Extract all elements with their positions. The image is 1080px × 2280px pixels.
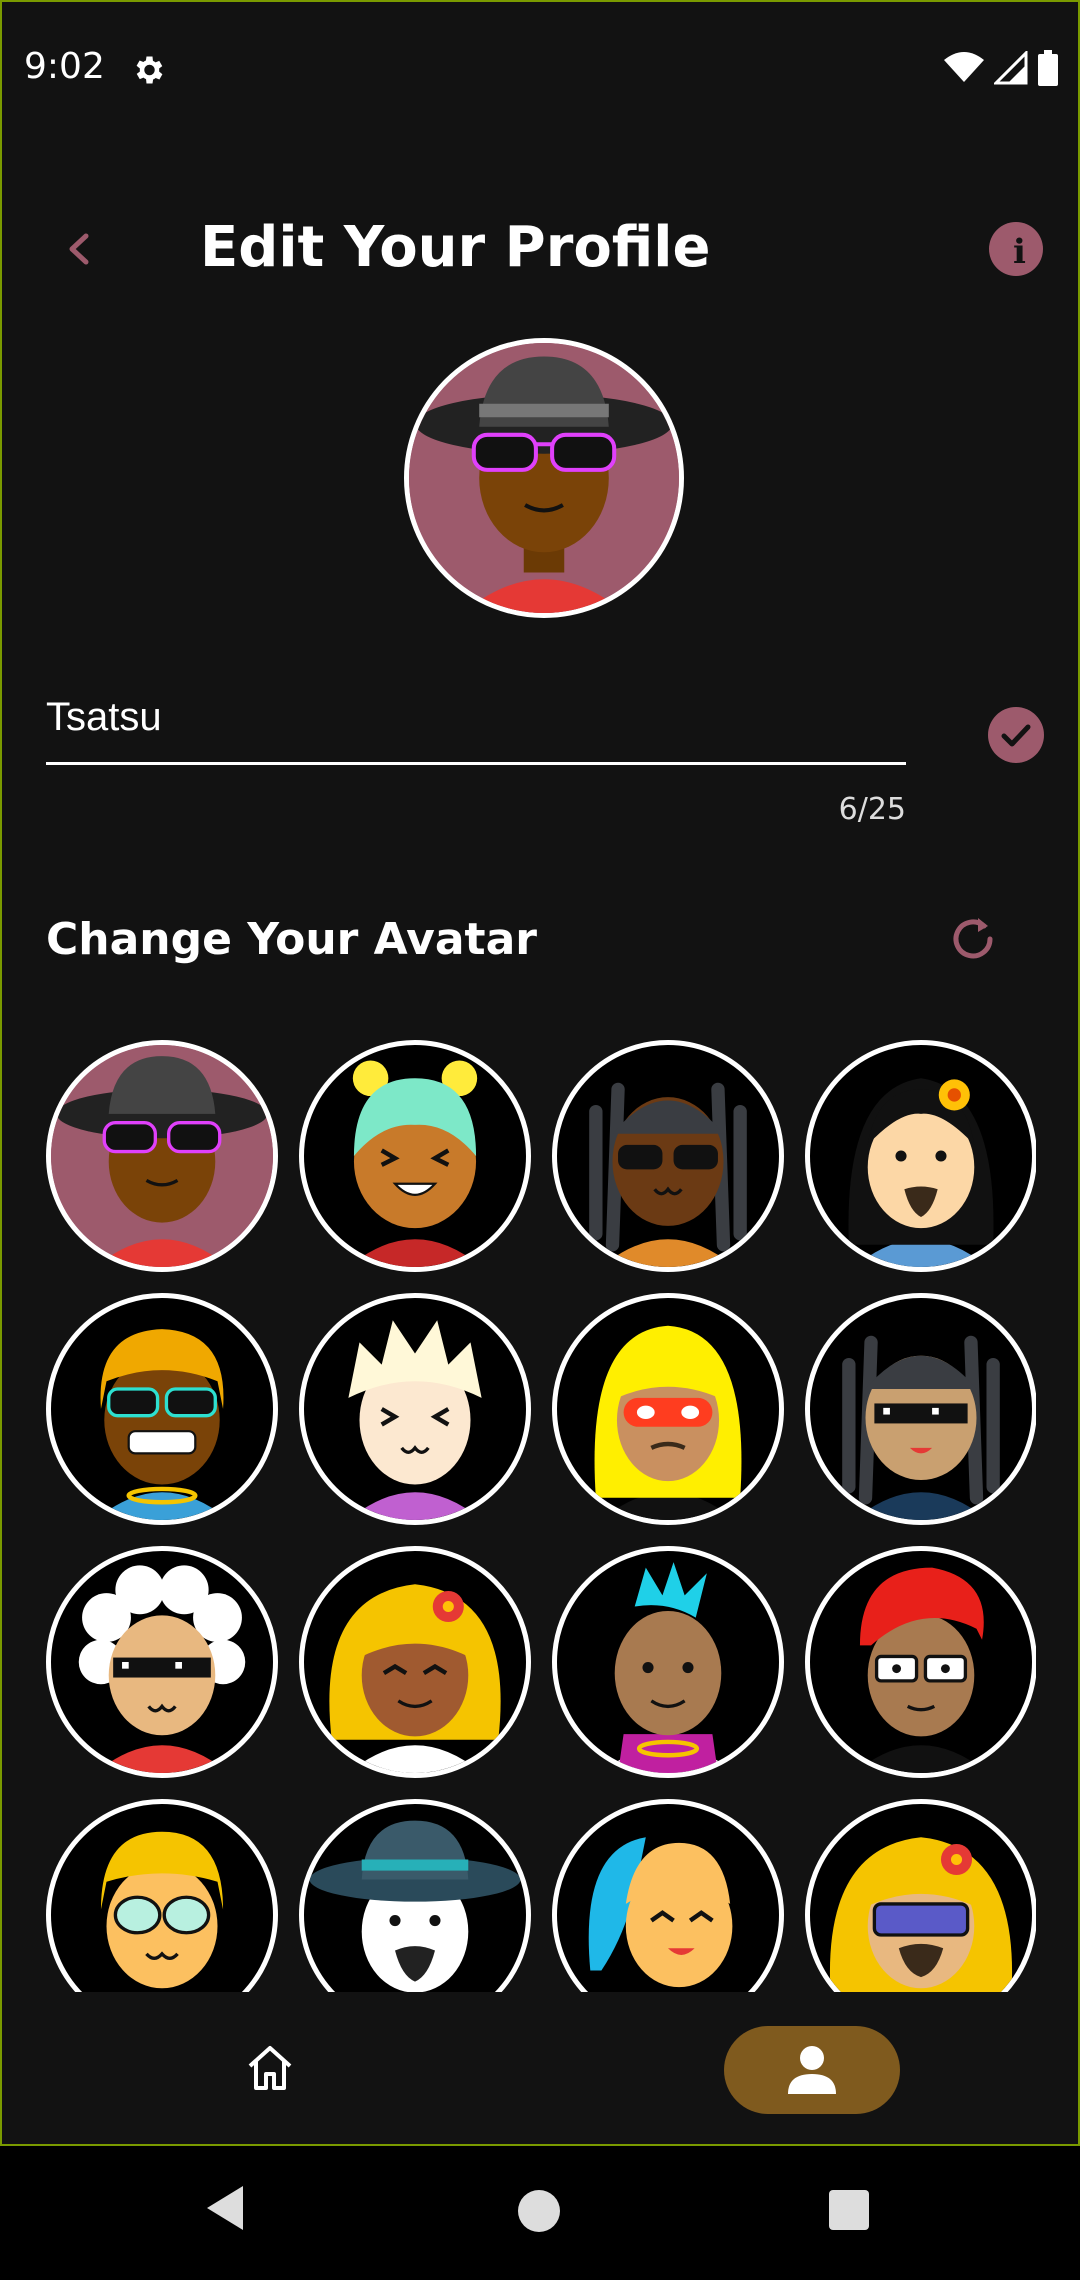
avatar-option[interactable] <box>805 1546 1036 1778</box>
current-avatar <box>404 338 684 618</box>
info-icon: i <box>1013 232 1026 272</box>
avatar-option[interactable] <box>46 1040 278 1272</box>
avatar-option[interactable] <box>552 1040 784 1272</box>
avatar-option[interactable] <box>299 1293 531 1525</box>
avatar-option[interactable] <box>46 1546 278 1778</box>
system-nav-bar <box>0 2146 1080 2280</box>
confirm-name-button[interactable] <box>988 707 1044 763</box>
avatar-option[interactable] <box>46 1293 278 1525</box>
refresh-icon[interactable] <box>944 910 1002 968</box>
avatar-option[interactable] <box>805 1040 1036 1272</box>
avatar-option[interactable] <box>805 1799 1036 1995</box>
battery-icon <box>1038 50 1058 86</box>
avatar-option[interactable] <box>299 1546 531 1778</box>
gear-icon <box>136 56 163 84</box>
avatar-option[interactable] <box>805 1293 1036 1525</box>
info-button[interactable]: i <box>989 222 1043 276</box>
avatar-option[interactable] <box>299 1040 531 1272</box>
nav-profile-tab[interactable] <box>724 2026 900 2114</box>
back-triangle-icon[interactable] <box>203 2182 247 2234</box>
check-icon <box>1001 724 1031 747</box>
person-icon <box>788 2046 836 2094</box>
system-status-icons <box>944 50 1058 86</box>
home-circle-icon[interactable] <box>518 2190 560 2232</box>
app-screen: 9:02 Edit Your Profile i Tsatsu 6/25 Cha… <box>0 0 1080 2146</box>
bottom-nav <box>2 1992 1078 2144</box>
recents-square-icon[interactable] <box>829 2190 869 2230</box>
wifi-icon <box>944 52 984 82</box>
avatar-grid <box>46 1040 1036 1995</box>
char-counter: 6/25 <box>838 792 906 827</box>
avatar-option[interactable] <box>552 1546 784 1778</box>
section-title: Change Your Avatar <box>46 914 537 965</box>
avatar-option[interactable] <box>552 1799 784 1995</box>
chevron-left-icon[interactable] <box>54 224 104 274</box>
page-title: Edit Your Profile <box>200 215 711 280</box>
avatar-option[interactable] <box>299 1799 531 1995</box>
avatar-option[interactable] <box>552 1293 784 1525</box>
clock: 9:02 <box>24 46 105 87</box>
avatar-option[interactable] <box>46 1799 278 1995</box>
name-input[interactable] <box>46 672 906 765</box>
signal-icon <box>994 51 1028 85</box>
home-icon[interactable] <box>242 2040 298 2096</box>
status-bar: 9:02 <box>2 2 1078 137</box>
